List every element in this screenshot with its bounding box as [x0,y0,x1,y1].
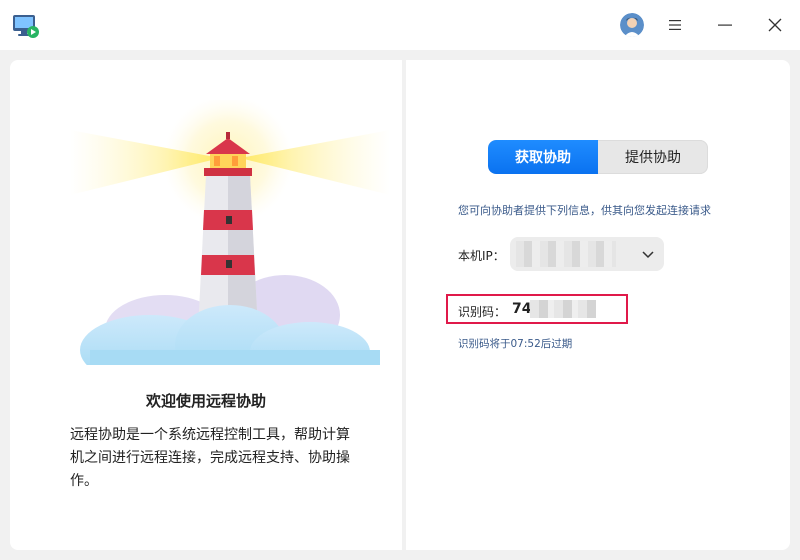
local-ip-select[interactable] [510,237,664,271]
verification-code-redacted [530,300,596,318]
tab-provide-assistance[interactable]: 提供协助 [598,140,708,174]
local-ip-label: 本机IP： [458,249,505,263]
minimize-icon [718,24,732,26]
welcome-description: 远程协助是一个系统远程控制工具，帮助计算机之间进行远程连接，完成远程支持、协助操… [70,427,350,489]
lighthouse-illustration [70,95,400,385]
close-icon [768,18,782,32]
verification-code-box: 识别码： 74 [446,294,628,324]
remote-assistance-window: 欢迎使用远程协助 远程协助是一个系统远程控制工具，帮助计算机之间进行远程连接，完… [0,0,800,560]
close-button[interactable] [760,10,790,40]
local-ip-value-redacted [516,241,616,267]
welcome-panel: 欢迎使用远程协助 远程协助是一个系统远程控制工具，帮助计算机之间进行远程连接，完… [10,60,402,550]
assistance-panel: 获取协助 提供协助 您可向协助者提供下列信息，供其向您发起连接请求 本机IP： … [406,60,790,550]
verification-code-value: 74 [512,301,532,317]
mode-tabs: 获取协助 提供协助 [488,140,708,174]
connection-hint: 您可向协助者提供下列信息，供其向您发起连接请求 [458,204,711,217]
titlebar [0,0,800,50]
remote-assistance-icon [12,12,40,40]
hamburger-menu-icon [669,20,681,30]
verification-code-label: 识别码： [458,305,507,319]
main-menu-button[interactable] [660,10,690,40]
minimize-button[interactable] [710,10,740,40]
chevron-down-icon [642,251,654,259]
user-avatar[interactable] [620,13,644,37]
tab-get-assistance[interactable]: 获取协助 [488,140,598,174]
welcome-title: 欢迎使用远程协助 [145,392,266,410]
code-expire-text: 识别码将于07:52后过期 [458,338,573,350]
